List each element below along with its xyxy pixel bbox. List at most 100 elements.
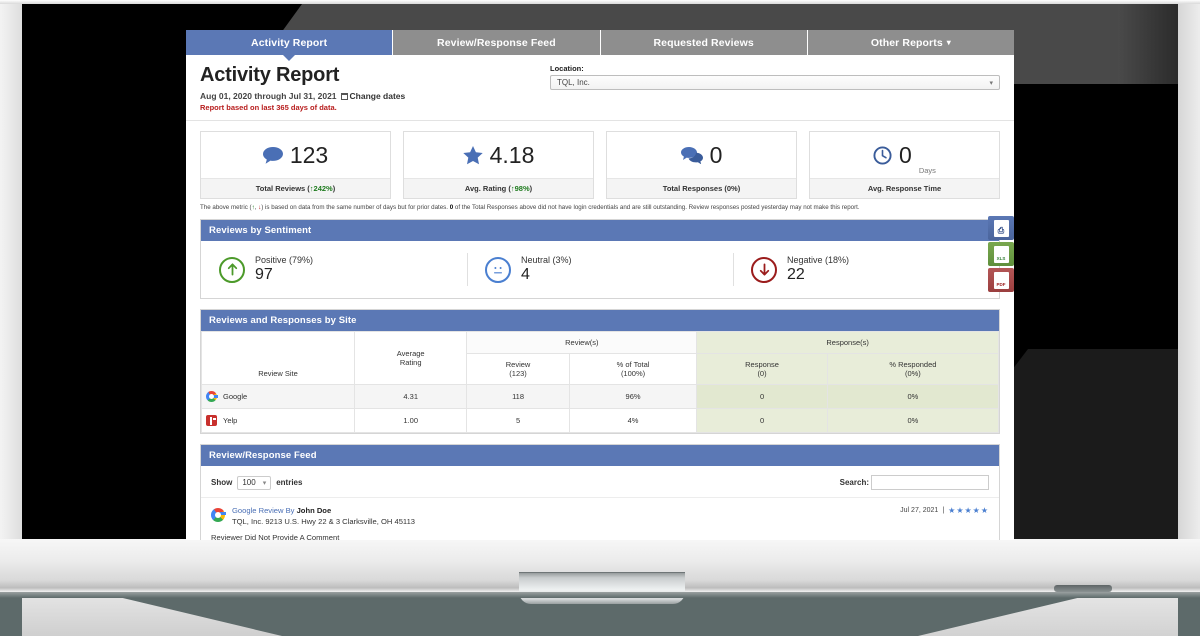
sentiment-text-block: Neutral (3%) 4 [521,255,572,284]
tab-activity-report-label: Activity Report [251,36,328,49]
sentiment-count: 4 [521,266,530,284]
sites-table-body: Google 4.31 118 96% 0 0% Yelp 1.00 5 4% … [200,384,1000,434]
sentiment-item-neutral: Neutral (3%) 4 [467,253,733,287]
cell-pct-of-total: 96% [568,384,698,410]
metric-card-footer: Total Reviews ( ↑ 242% ) [201,178,390,198]
power-led-indicator [1054,585,1112,592]
feed-item-date: Jul 27, 2021 [900,507,939,515]
report-header-left: Activity Report Aug 01, 2020 through Jul… [200,64,530,112]
sentiment-text-block: Negative (18%) 22 [787,255,849,284]
pdf-export-button[interactable]: PDF [988,268,1014,292]
metric-unit: Days [918,166,936,175]
metric-value: 4.18 [489,141,535,168]
note-part-3: of the Total Responses above did not hav… [453,204,860,211]
star-icon [462,145,483,164]
speech-bubble-icon [262,146,283,164]
col-pct-responded: % Responded (0%) [826,353,1000,386]
panel-title-feed: Review/Response Feed [201,445,999,467]
site-cell: Yelp [200,408,356,434]
cell-review-count: 5 [466,408,570,434]
metric-disclaimer-note: The above metric (↑, ↓) is based on data… [186,199,1014,219]
location-select[interactable]: TQL, Inc. ▾ [550,75,1000,90]
review-response-feed-panel: Review/Response Feed Show 100 ▾ entries … [200,444,1000,540]
metric-value: 0 [899,141,912,168]
export-button-rail: ⎙ XLS PDF [988,216,1014,294]
tab-review-response-feed[interactable]: Review/Response Feed [393,30,601,55]
calendar-icon [340,92,348,100]
group-header-row: Review Site Average Rating Review(s) Res… [200,331,999,386]
metric-delta: 98% [514,184,530,193]
metric-label: Avg. Response Time [867,184,942,193]
report-basis-note: Report based on last 365 days of data. [200,103,337,112]
pdf-file-icon: PDF [993,271,1009,289]
search-label: Search: [839,478,869,488]
feed-item-meta: Jul 27, 2021 | ★★★★★ [900,506,989,515]
chevron-down-icon: ▾ [946,38,951,47]
col-review-count: Review (123) [466,353,570,386]
cell-average-rating: 4.31 [354,384,468,410]
arrow-up-circle-icon [219,256,245,283]
col-response-count: Response (0) [696,353,828,386]
reviews-responses-by-site-panel: Reviews and Responses by Site Review Sit… [200,309,1000,435]
google-logo-icon [211,508,226,523]
feed-item-comment: Reviewer Did Not Provide A Comment [211,533,340,540]
feed-item-header: Google Review By John Doe TQL, Inc. 9213… [211,506,989,526]
metric-card-avg-response-time: 0 Days Avg. Response Time [809,131,1000,199]
sentiment-label: Neutral (3%) [521,255,572,266]
report-header: Activity Report Aug 01, 2020 through Jul… [186,55,1014,121]
col-response-count-line2: (0) [757,369,767,379]
col-review-site: Review Site [200,331,356,386]
panel-title-sites: Reviews and Responses by Site [201,310,999,332]
xls-label: XLS [996,256,1006,261]
cell-average-rating: 1.00 [354,408,468,434]
col-response-count-line1: Response [745,360,779,370]
change-dates-button[interactable]: Change dates [340,91,405,101]
metric-card-total-reviews: 123 Total Reviews ( ↑ 242% ) [200,131,391,199]
feed-author: John Doe [296,506,332,516]
location-label: Location: [550,64,584,73]
sentiment-item-negative: Negative (18%) 22 [733,253,999,287]
feed-item-text: Google Review By John Doe TQL, Inc. 9213… [232,506,415,526]
tab-other-reports[interactable]: Other Reports ▾ [807,30,1014,55]
col-review-count-line1: Review [505,360,531,370]
star-rating: ★★★★★ [948,506,989,516]
list-item: Google Review By John Doe TQL, Inc. 9213… [201,498,999,540]
xls-file-icon: XLS [993,245,1009,263]
monitor-stand-notch [519,572,685,604]
metric-label: Total Reviews ( [255,184,310,193]
metric-delta: 242% [313,184,333,193]
metric-card-footer: Avg. Rating ( ↑ 98% ) [404,178,593,198]
metric-card-total-responses: 0 Total Responses ( 0% ) [606,131,797,199]
metric-label-suffix: ) [737,184,741,193]
show-label: Show [211,478,233,488]
col-pct-of-total-line2: (100%) [620,369,646,379]
printer-icon: ⎙ [993,219,1009,237]
group-header-reviews: Review(s) [466,331,698,355]
feed-controls: Show 100 ▾ entries Search: [201,466,999,499]
tab-requested-reviews[interactable]: Requested Reviews [600,30,808,55]
metric-card-body: 123 [201,132,390,178]
tab-activity-report[interactable]: Activity Report [186,30,394,55]
col-pct-responded-line2: (0%) [904,369,921,379]
table-row: Yelp 1.00 5 4% 0 0% [200,408,1000,434]
entries-per-page-value: 100 [242,478,256,488]
site-name: Yelp [223,416,238,426]
reviews-by-sentiment-panel: Reviews by Sentiment Positive (79%) 97 N… [200,219,1000,300]
cell-pct-responded: 0% [826,408,1000,434]
entries-per-page-select[interactable]: 100 ▾ [237,475,272,490]
metric-card-footer: Avg. Response Time [810,178,999,198]
desk-shadow [0,592,1200,598]
metric-label: Avg. Rating ( [464,184,511,193]
metric-value: 123 [289,141,329,168]
main-tab-bar: Activity Report Review/Response Feed Req… [186,30,1014,55]
xls-export-button[interactable]: XLS [988,242,1014,266]
sentiment-item-positive: Positive (79%) 97 [201,255,467,284]
metric-card-row: 123 Total Reviews ( ↑ 242% ) 4.18 Avg. Ra… [186,121,1014,199]
col-review-count-line2: (123) [509,369,527,379]
print-export-button[interactable]: ⎙ [988,216,1014,240]
tab-requested-reviews-label: Requested Reviews [653,36,754,49]
col-pct-responded-line1: % Responded [889,360,937,370]
pdf-label: PDF [996,282,1006,287]
search-input[interactable] [871,475,989,491]
note-part-2: ) is based on data from the same number … [261,204,450,211]
